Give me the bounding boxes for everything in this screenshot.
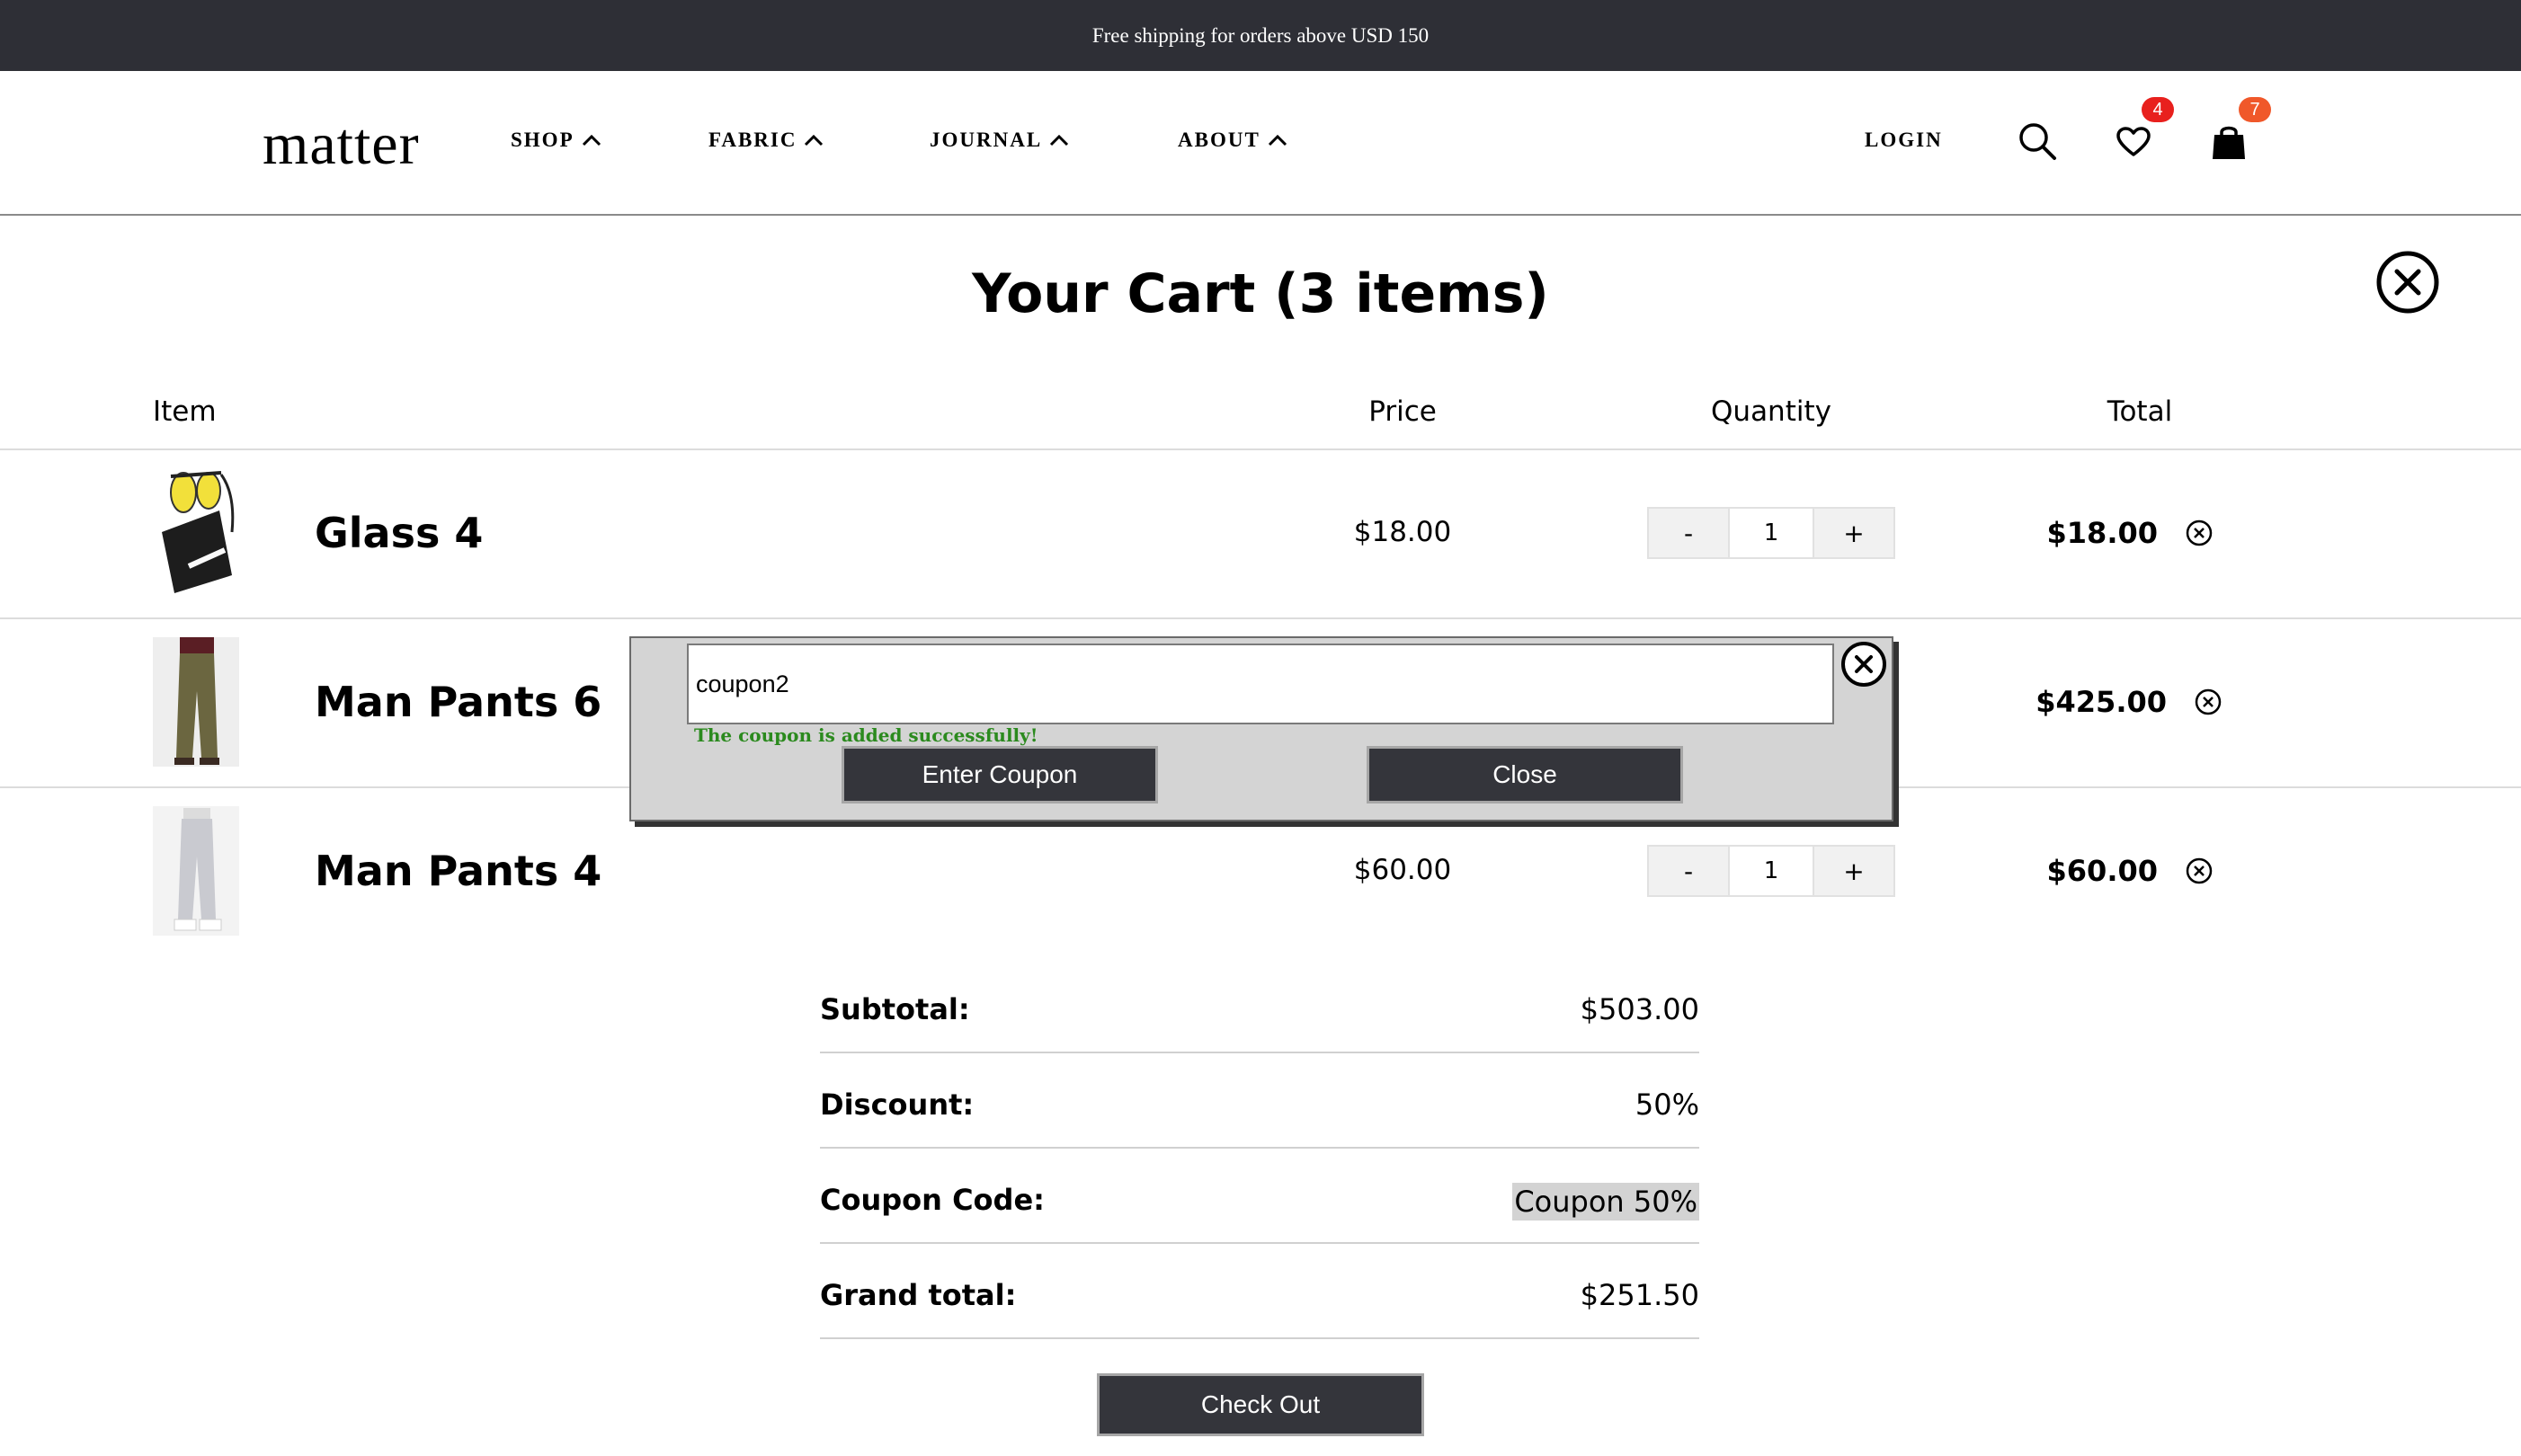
subtotal-value: $503.00 [1580,992,1699,1026]
checkout-button[interactable]: Check Out [1097,1373,1424,1436]
quantity-stepper: - 1 + [1647,507,1895,559]
divider [0,448,2521,450]
product-image[interactable] [153,467,239,597]
divider [0,617,2521,619]
close-cart-icon[interactable] [2375,250,2440,315]
remove-item-icon[interactable] [2185,857,2214,885]
product-name[interactable]: Man Pants 4 [315,847,601,895]
chevron-up-icon [805,134,824,146]
coupon-code-label: Coupon Code: [820,1183,1045,1217]
search-icon[interactable] [2018,121,2057,161]
nav-journal[interactable]: JOURNAL [930,129,1069,152]
site-header: matter SHOP FABRIC JOURNAL ABOUT LOGIN 4… [0,71,2521,216]
chevron-up-icon [582,134,601,146]
quantity-value[interactable]: 1 [1730,845,1813,897]
summary-coupon-row: Coupon Code: Coupon 50% [820,1150,1699,1244]
nav-about-label: ABOUT [1178,129,1260,151]
coupon-code-value: Coupon 50% [1512,1183,1699,1221]
column-header-quantity: Quantity [1711,395,1831,428]
remove-item-icon[interactable] [2194,688,2223,716]
increase-button[interactable]: + [1813,845,1895,897]
coupon-success-message: The coupon is added successfully! [694,724,1038,746]
product-price: $18.00 [1353,516,1452,548]
quantity-stepper: - 1 + [1647,845,1895,897]
product-name[interactable]: Man Pants 6 [315,678,601,726]
grand-total-label: Grand total: [820,1278,1017,1312]
promo-text: Free shipping for orders above USD 150 [1091,23,1430,47]
line-total: $18.00 [2046,516,2158,550]
column-header-total: Total [2107,395,2173,428]
line-total: $60.00 [2046,854,2158,888]
increase-button[interactable]: + [1813,507,1895,559]
heart-icon[interactable] [2116,127,2151,157]
line-total: $425.00 [2036,685,2167,719]
column-header-item: Item [153,395,217,428]
close-dialog-button[interactable]: Close [1367,746,1683,803]
product-name[interactable]: Glass 4 [315,509,483,557]
product-price: $60.00 [1353,854,1452,886]
logo[interactable]: matter [263,111,420,179]
summary-grand-total-row: Grand total: $251.50 [820,1246,1699,1339]
nav-fabric-label: FABRIC [708,129,797,151]
coupon-input[interactable] [687,644,1834,724]
chevron-up-icon [1050,134,1069,146]
discount-label: Discount: [820,1088,975,1122]
quantity-value[interactable]: 1 [1730,507,1813,559]
discount-value: 50% [1635,1088,1699,1122]
cart-count-badge: 7 [2239,97,2271,122]
summary-subtotal-row: Subtotal: $503.00 [820,960,1699,1053]
coupon-dialog: The coupon is added successfully! Enter … [629,636,1893,821]
remove-item-icon[interactable] [2185,519,2214,547]
login-link[interactable]: LOGIN [1865,129,1943,152]
nav-about[interactable]: ABOUT [1178,129,1287,152]
grand-total-value: $251.50 [1580,1278,1699,1312]
subtotal-label: Subtotal: [820,992,970,1026]
wishlist-count-badge: 4 [2142,97,2174,122]
promo-bar: Free shipping for orders above USD 150 [0,0,2521,71]
enter-coupon-button[interactable]: Enter Coupon [842,746,1158,803]
column-header-price: Price [1368,395,1437,428]
product-image[interactable] [153,806,239,936]
nav-shop-label: SHOP [511,129,575,151]
product-image[interactable] [153,637,239,767]
cart-title: Your Cart (3 items) [972,262,1549,325]
nav-shop[interactable]: SHOP [511,129,601,152]
close-icon[interactable] [1840,640,1888,688]
shopping-bag-icon[interactable] [2212,123,2246,161]
chevron-up-icon [1268,134,1287,146]
nav-journal-label: JOURNAL [930,129,1043,151]
nav-fabric[interactable]: FABRIC [708,129,824,152]
summary-discount-row: Discount: 50% [820,1055,1699,1149]
decrease-button[interactable]: - [1647,845,1730,897]
decrease-button[interactable]: - [1647,507,1730,559]
